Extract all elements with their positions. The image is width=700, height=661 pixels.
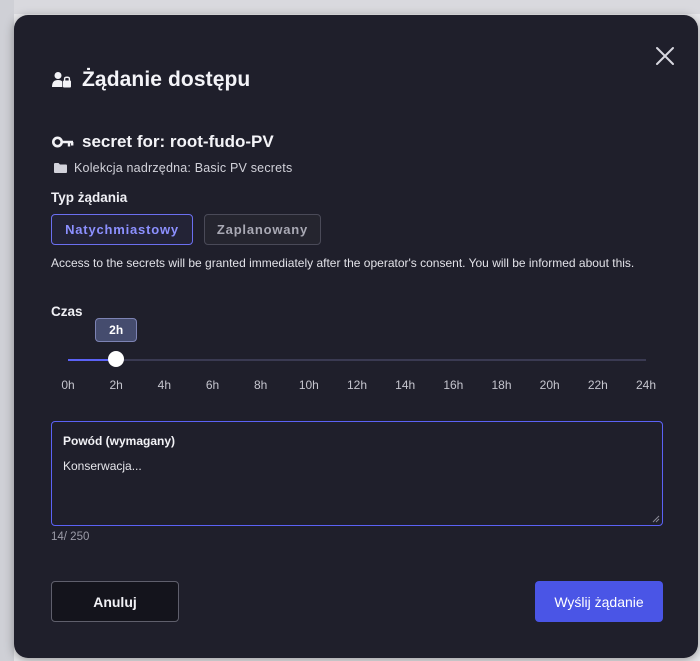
duration-tick-label: 22h [587,378,608,392]
close-icon [656,47,674,65]
duration-tick-label: 6h [205,378,220,392]
type-immediate-button[interactable]: Natychmiastowy [51,214,193,245]
duration-value-bubble: 2h [95,318,138,342]
duration-tick-label: 18h [491,378,512,392]
parent-collection: Kolekcja nadrzędna: Basic PV secrets [54,161,292,175]
duration-tick-label: 8h [253,378,268,392]
duration-slider-thumb[interactable] [108,351,125,367]
submit-request-button[interactable]: Wyślij żądanie [535,581,663,622]
reason-input-value[interactable]: Konserwacja... [63,459,142,473]
duration-slider-track[interactable] [68,359,646,361]
request-type-label: Typ żądania [51,190,128,205]
duration-tick-label: 20h [539,378,560,392]
key-icon [52,136,74,148]
reason-label: Powód (wymagany) [63,434,176,448]
duration-tick-label: 4h [157,378,172,392]
duration-tick-label: 12h [346,378,368,392]
duration-tick-label: 14h [395,378,416,392]
resize-grip-icon[interactable] [652,515,660,523]
secret-heading: secret for: root-fudo-PV [52,132,274,152]
parent-collection-label: Kolekcja nadrzędna: Basic PV secrets [74,161,293,175]
duration-label: Czas [51,304,83,319]
duration-tick-label: 16h [443,378,464,392]
close-button[interactable] [654,45,676,67]
duration-tick-label: 0h [61,378,75,392]
type-scheduled-button[interactable]: Zaplanowany [204,214,321,245]
duration-tick-label: 10h [298,378,319,392]
reason-char-counter: 14/ 250 [51,531,90,543]
dialog-title: Żądanie dostępu [82,68,251,91]
duration-tick-label: 24h [635,378,657,392]
user-lock-icon [52,72,71,88]
cancel-button[interactable]: Anuluj [51,581,179,622]
request-type-description: Access to the secrets will be granted im… [51,256,635,270]
secret-name: secret for: root-fudo-PV [82,132,274,151]
folder-icon [54,163,67,173]
reason-field[interactable]: Powód (wymagany) Konserwacja... [51,421,663,526]
duration-tick-label: 2h [109,378,123,392]
background-top [0,0,700,14]
background-left [0,0,14,661]
dialog-header: Żądanie dostępu [52,68,250,92]
access-request-dialog: Żądanie dostępu secret for: root-fudo-PV… [14,15,698,658]
